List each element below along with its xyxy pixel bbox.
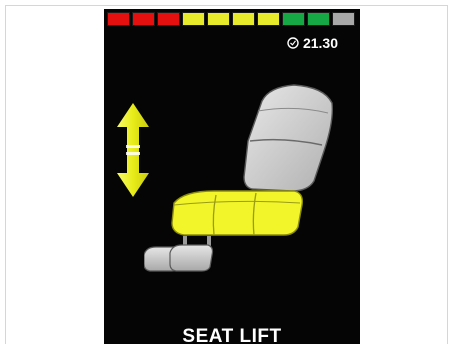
- seat-cushion: [171, 190, 304, 236]
- battery-segment-gray: [332, 12, 355, 26]
- battery-segment-yellow: [207, 12, 230, 26]
- battery-segment-red: [157, 12, 180, 26]
- leg-rests: [144, 236, 214, 272]
- battery-segment-red: [107, 12, 130, 26]
- battery-segment-red: [132, 12, 155, 26]
- battery-segment-yellow: [257, 12, 280, 26]
- wheelchair-display: 21.30 SEAT LIFT: [104, 9, 360, 344]
- battery-segment-yellow: [182, 12, 205, 26]
- timer-readout: 21.30: [287, 35, 338, 51]
- battery-segment-green: [282, 12, 305, 26]
- mode-label: SEAT LIFT: [182, 326, 282, 344]
- battery-gauge: [107, 12, 355, 26]
- seat-illustration: [144, 84, 334, 272]
- battery-segment-yellow: [232, 12, 255, 26]
- backrest: [243, 84, 334, 192]
- battery-segment-green: [307, 12, 330, 26]
- timer-value: 21.30: [302, 35, 338, 51]
- clock-icon: [287, 37, 299, 49]
